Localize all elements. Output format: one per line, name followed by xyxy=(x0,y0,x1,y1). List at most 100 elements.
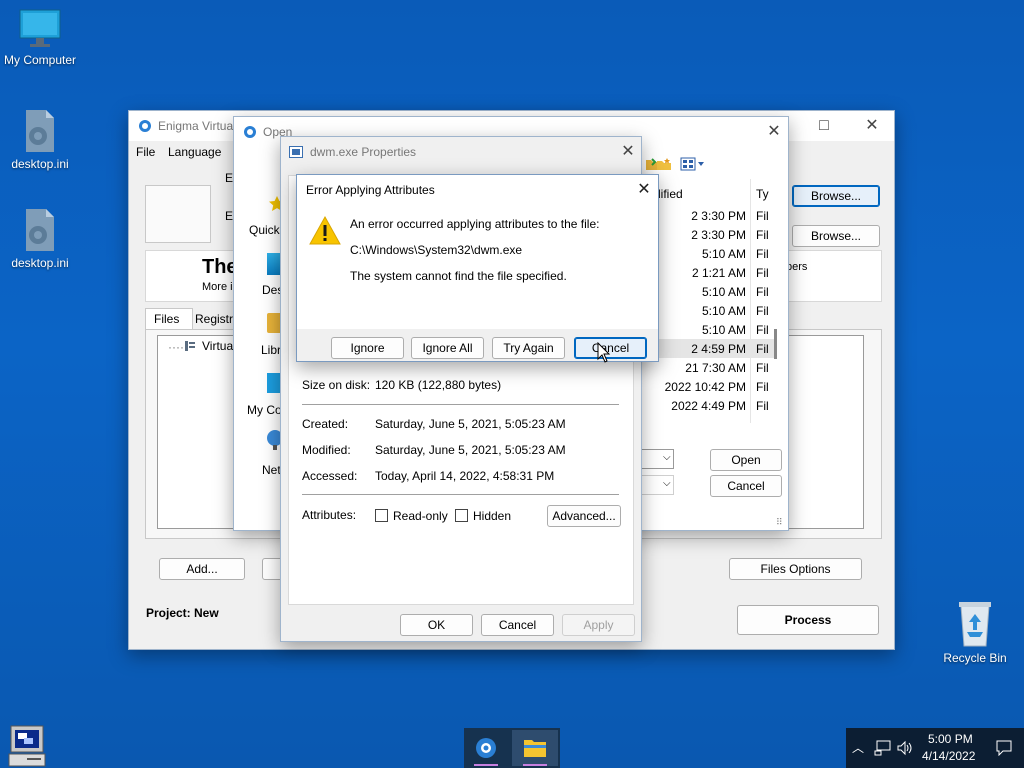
file-type: Fil xyxy=(756,361,769,375)
cancel-button[interactable]: Cancel xyxy=(710,475,782,497)
file-type: Fil xyxy=(756,304,769,318)
readonly-checkbox[interactable]: Read-only xyxy=(375,509,448,523)
file-modified: 5:10 AM xyxy=(701,285,746,299)
file-type: Fil xyxy=(756,342,769,356)
error-titlebar[interactable]: Error Applying Attributes ✕ xyxy=(297,175,658,205)
running-indicator xyxy=(474,764,498,766)
nav-quick-access[interactable]: Quick xyxy=(249,223,280,237)
file-modified: 21 7:30 AM xyxy=(685,361,746,375)
open-app-icon xyxy=(244,126,256,138)
view-menu-icon[interactable] xyxy=(680,157,706,171)
separator xyxy=(302,494,619,495)
file-row[interactable]: 2022 10:42 PM Fil xyxy=(630,377,774,396)
file-modified: 2 4:59 PM xyxy=(691,342,746,356)
monitor-icon xyxy=(19,9,61,47)
close-icon[interactable]: ✕ xyxy=(759,121,789,143)
logo-box xyxy=(145,185,211,243)
network-icon[interactable] xyxy=(874,740,892,756)
nav-libraries[interactable]: Libr xyxy=(261,343,281,357)
add-button[interactable]: Add... xyxy=(159,558,245,580)
checkbox-box[interactable] xyxy=(375,509,388,522)
settings-file-icon xyxy=(26,209,54,251)
tab-files-label: Files xyxy=(154,312,180,326)
settings-file-icon xyxy=(26,110,54,152)
resize-grip-icon[interactable]: ⠿ xyxy=(776,517,783,528)
modified-value: Saturday, June 5, 2021, 5:05:23 AM xyxy=(375,443,566,457)
error-dialog: Error Applying Attributes ✕ An error occ… xyxy=(296,174,659,362)
desktop-icon-desktop-ini[interactable]: desktop.ini xyxy=(0,108,80,171)
nav-my-computer[interactable]: My Co xyxy=(247,403,282,417)
file-modified: 2 3:30 PM xyxy=(691,209,746,223)
properties-title: dwm.exe Properties xyxy=(310,145,417,159)
taskbar-file-explorer[interactable] xyxy=(512,730,558,766)
ignore-all-button[interactable]: Ignore All xyxy=(411,337,484,359)
properties-titlebar[interactable]: dwm.exe Properties ✕ xyxy=(281,137,641,167)
cancel-button[interactable]: Cancel xyxy=(481,614,554,636)
enigma-title: Enigma Virtua xyxy=(158,119,234,133)
browse-button[interactable]: Browse... xyxy=(792,225,880,247)
error-detail: The system cannot find the file specifie… xyxy=(350,269,567,283)
apply-button[interactable]: Apply xyxy=(562,614,635,636)
chevron-down-icon: ⌵ xyxy=(663,478,671,489)
error-message: An error occurred applying attributes to… xyxy=(350,217,600,231)
taskbar: ︿ 5:00 PM 4/14/2022 xyxy=(0,725,1024,768)
checkbox-box[interactable] xyxy=(455,509,468,522)
desktop-icon-label: desktop.ini xyxy=(11,256,69,270)
tree-root-label: Virtual xyxy=(202,339,236,353)
process-button[interactable]: Process xyxy=(737,605,879,635)
file-type: Fil xyxy=(756,380,769,394)
menu-language[interactable]: Language xyxy=(168,145,221,159)
error-file-path: C:\Windows\System32\dwm.exe xyxy=(350,243,523,257)
file-modified: 2022 10:42 PM xyxy=(664,380,746,394)
system-tray: ︿ 5:00 PM 4/14/2022 xyxy=(846,728,1024,768)
files-options-button[interactable]: Files Options xyxy=(729,558,862,580)
accessed-value: Today, April 14, 2022, 4:58:31 PM xyxy=(375,469,555,483)
desktop-icon-my-computer[interactable]: My Computer xyxy=(0,8,80,67)
open-button[interactable]: Open xyxy=(710,449,782,471)
recycle-bin-icon xyxy=(959,602,991,647)
new-folder-icon[interactable] xyxy=(656,157,672,171)
chevron-down-icon: ⌵ xyxy=(663,452,671,463)
filetype-combo[interactable]: ⌵ xyxy=(638,475,674,495)
created-label: Created: xyxy=(302,417,349,431)
browse-button[interactable]: Browse... xyxy=(792,185,880,207)
attributes-label: Attributes: xyxy=(302,508,357,522)
desktop-icon-label: Recycle Bin xyxy=(943,651,1007,665)
taskbar-enigma[interactable] xyxy=(466,730,506,766)
file-type: Fil xyxy=(756,285,769,299)
file-modified: 2 1:21 AM xyxy=(691,266,746,280)
hidden-label: Hidden xyxy=(473,509,512,523)
clock-date[interactable]: 4/14/2022 xyxy=(922,749,975,763)
menu-file[interactable]: File xyxy=(136,145,155,159)
desktop-icon-recycle-bin[interactable]: Recycle Bin xyxy=(935,600,1015,665)
enigma-app-icon xyxy=(476,738,496,758)
running-indicator xyxy=(523,764,547,766)
tab-files[interactable]: Files xyxy=(145,308,193,330)
filename-combo[interactable]: ⌵ xyxy=(638,449,674,469)
hidden-checkbox[interactable]: Hidden xyxy=(455,509,511,523)
ok-button[interactable]: OK xyxy=(400,614,473,636)
start-button[interactable] xyxy=(5,724,51,768)
warning-icon xyxy=(309,215,341,245)
chevron-up-icon[interactable]: ︿ xyxy=(852,739,864,756)
size-on-disk-label: Size on disk: xyxy=(302,378,371,392)
maximize-icon[interactable]: □ xyxy=(809,115,839,137)
try-again-button[interactable]: Try Again xyxy=(492,337,565,359)
close-icon[interactable]: ✕ xyxy=(857,115,887,137)
advanced-button[interactable]: Advanced... xyxy=(547,505,621,527)
exe-file-icon xyxy=(289,146,303,158)
file-modified: 2022 4:49 PM xyxy=(671,399,746,413)
ignore-button[interactable]: Ignore xyxy=(331,337,404,359)
file-row[interactable]: 2022 4:49 PM Fil xyxy=(630,396,774,415)
volume-icon[interactable] xyxy=(896,740,914,756)
close-icon[interactable]: ✕ xyxy=(629,179,659,201)
clock-time[interactable]: 5:00 PM xyxy=(928,732,973,746)
notification-icon[interactable] xyxy=(996,740,1012,756)
desktop-icon-desktop-ini[interactable]: desktop.ini xyxy=(0,207,80,270)
close-icon[interactable]: ✕ xyxy=(613,141,643,163)
file-modified: 5:10 AM xyxy=(701,304,746,318)
column-type[interactable]: Ty xyxy=(756,187,769,201)
file-type: Fil xyxy=(756,399,769,413)
start-computer-icon xyxy=(8,725,46,767)
scrollbar-thumb[interactable] xyxy=(774,329,777,359)
